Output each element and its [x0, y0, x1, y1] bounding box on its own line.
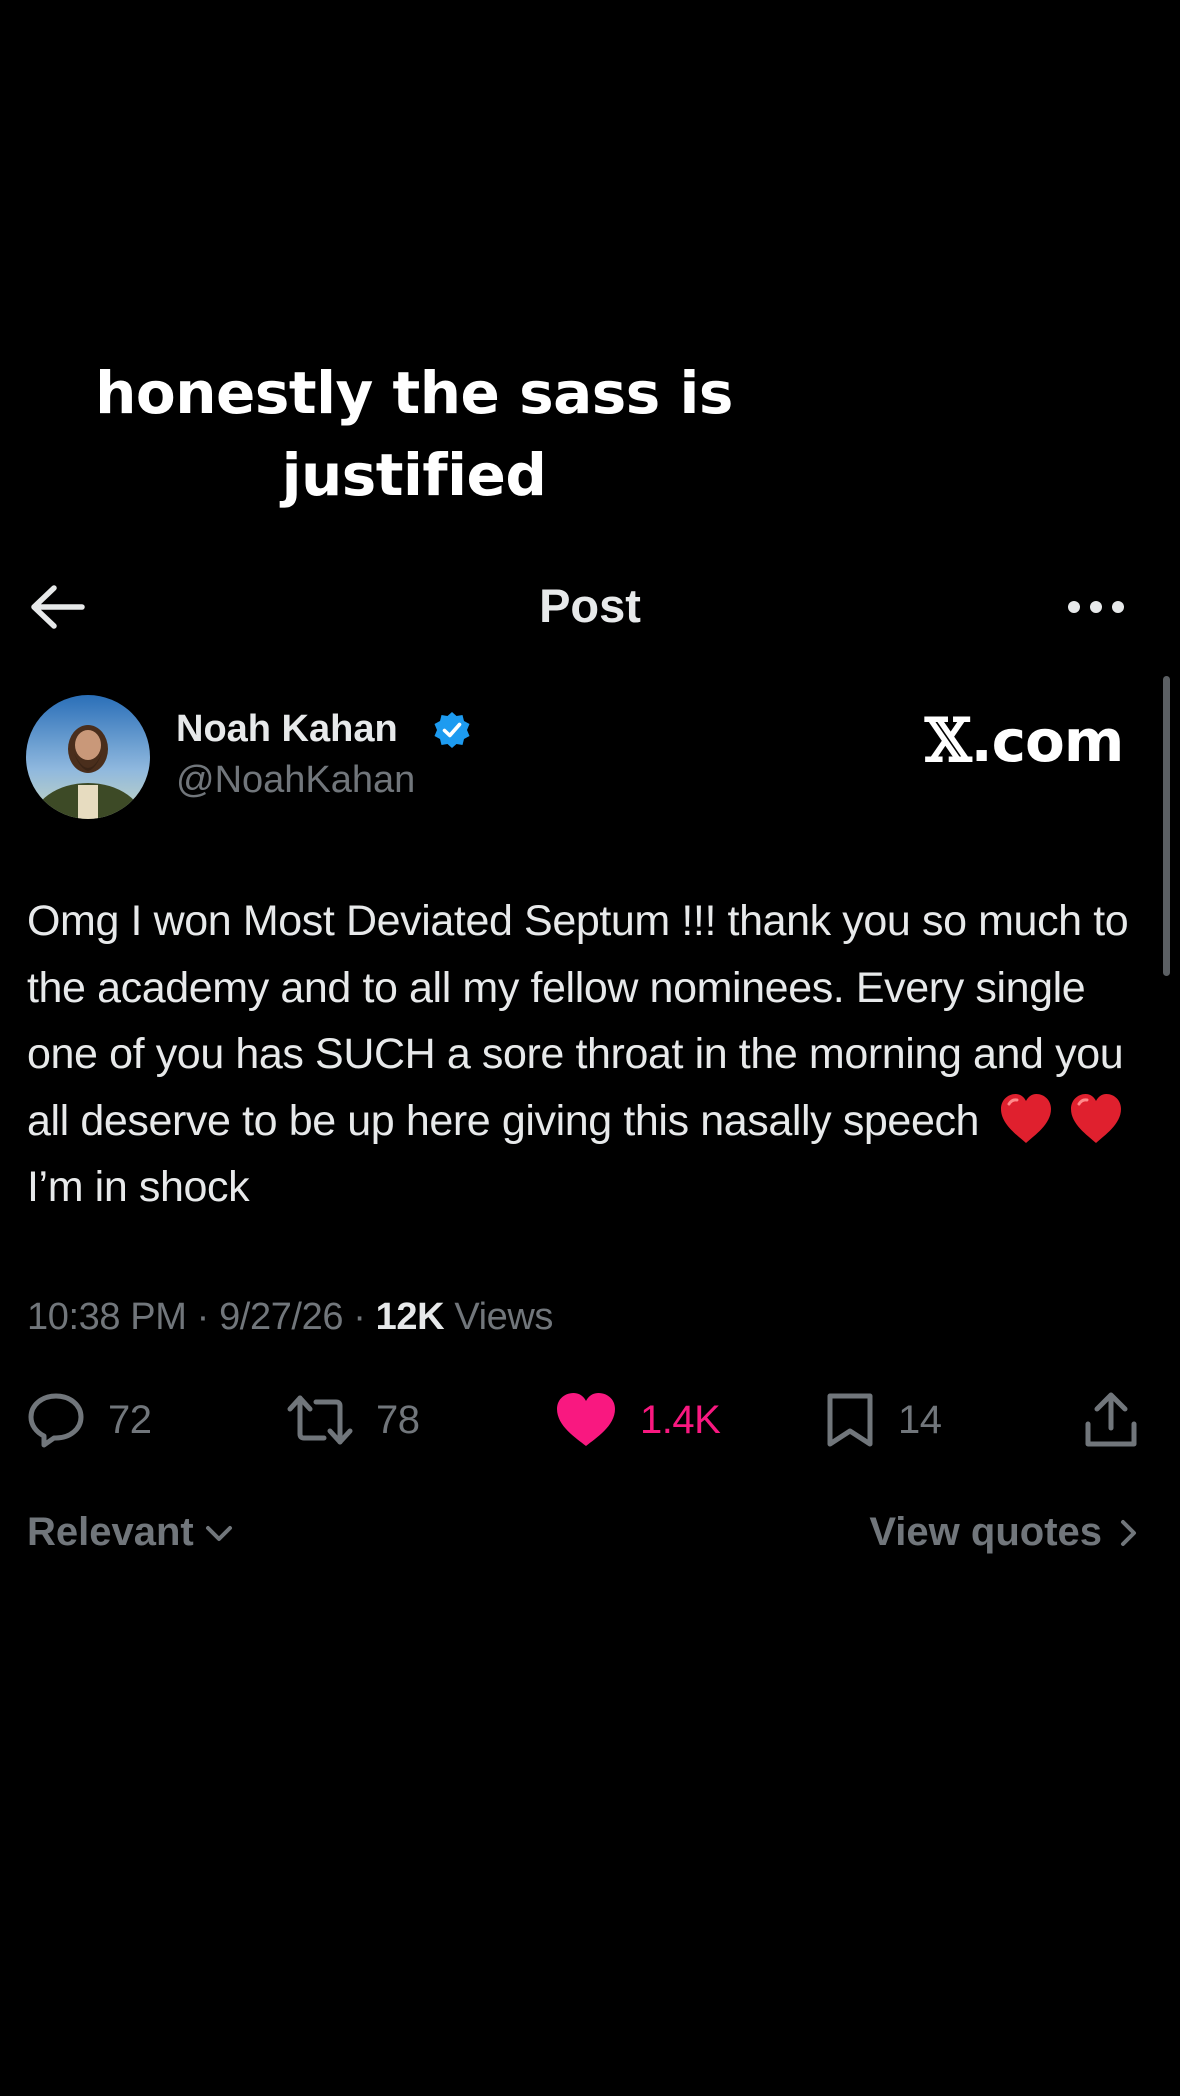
x-logo-glyph: 𝕏: [925, 706, 972, 776]
repost-button[interactable]: 78: [286, 1382, 420, 1458]
tweet-text: Omg I won Most Deviated Septum !!! thank…: [27, 888, 1157, 1221]
tweet-text-main: Omg I won Most Deviated Septum !!! thank…: [27, 897, 1140, 1145]
author-name[interactable]: Noah Kahan: [176, 708, 398, 751]
like-button[interactable]: 1.4K: [554, 1382, 721, 1458]
tweet-meta: 10:38 PM · 9/27/26 · 12K Views: [27, 1296, 553, 1339]
scrollbar[interactable]: [1163, 676, 1170, 976]
share-icon: [1085, 1392, 1137, 1447]
more-horizontal-icon: [1068, 601, 1124, 613]
post-header: Post: [0, 568, 1180, 646]
caption-line-1: honestly the sass is: [95, 359, 733, 427]
watermark-dotcom: .com: [970, 707, 1125, 775]
avatar-photo: [26, 695, 150, 819]
share-button[interactable]: [1082, 1382, 1140, 1458]
arrow-left-icon: [31, 585, 85, 629]
action-bar: 72 78 1.4K 14: [0, 1382, 1180, 1458]
caption-line-2: justified: [281, 441, 547, 509]
bookmark-count: 14: [898, 1397, 942, 1442]
view-quotes-label: View quotes: [869, 1510, 1102, 1554]
caption-overlay: honestly the sass is justified: [0, 352, 828, 516]
views-count: 12K: [375, 1296, 445, 1338]
view-quotes-link[interactable]: View quotes: [869, 1510, 1142, 1555]
back-button[interactable]: [28, 582, 88, 632]
bookmark-icon: [827, 1393, 873, 1447]
meta-separator: ·: [353, 1296, 366, 1338]
more-options-button[interactable]: [1066, 592, 1126, 622]
verified-badge-icon: [434, 712, 470, 748]
like-count: 1.4K: [640, 1397, 721, 1442]
repost-icon: [287, 1395, 353, 1445]
reply-count: 72: [108, 1397, 152, 1442]
sort-replies-dropdown[interactable]: Relevant: [27, 1510, 236, 1555]
reply-button[interactable]: 72: [26, 1382, 152, 1458]
bookmark-button[interactable]: 14: [824, 1382, 942, 1458]
avatar[interactable]: [26, 695, 150, 819]
sort-label: Relevant: [27, 1510, 194, 1554]
red-heart-emoji-icon: [1070, 1093, 1121, 1143]
page-title: Post: [539, 579, 641, 632]
author-handle[interactable]: @NoahKahan: [176, 759, 415, 802]
repost-count: 78: [376, 1397, 420, 1442]
heart-filled-icon: [557, 1393, 615, 1446]
meta-separator: ·: [196, 1296, 210, 1338]
watermark: 𝕏.com: [925, 706, 1125, 776]
tweet-date[interactable]: 9/27/26: [219, 1296, 343, 1338]
red-heart-emoji-icon: [1000, 1093, 1051, 1143]
tweet-text-end: I’m in shock: [27, 1163, 250, 1211]
reply-icon: [28, 1393, 84, 1448]
chevron-down-icon: [205, 1525, 232, 1541]
chevron-right-icon: [1121, 1519, 1136, 1546]
tweet-time[interactable]: 10:38 PM: [27, 1296, 187, 1338]
views-label[interactable]: Views: [454, 1296, 553, 1338]
